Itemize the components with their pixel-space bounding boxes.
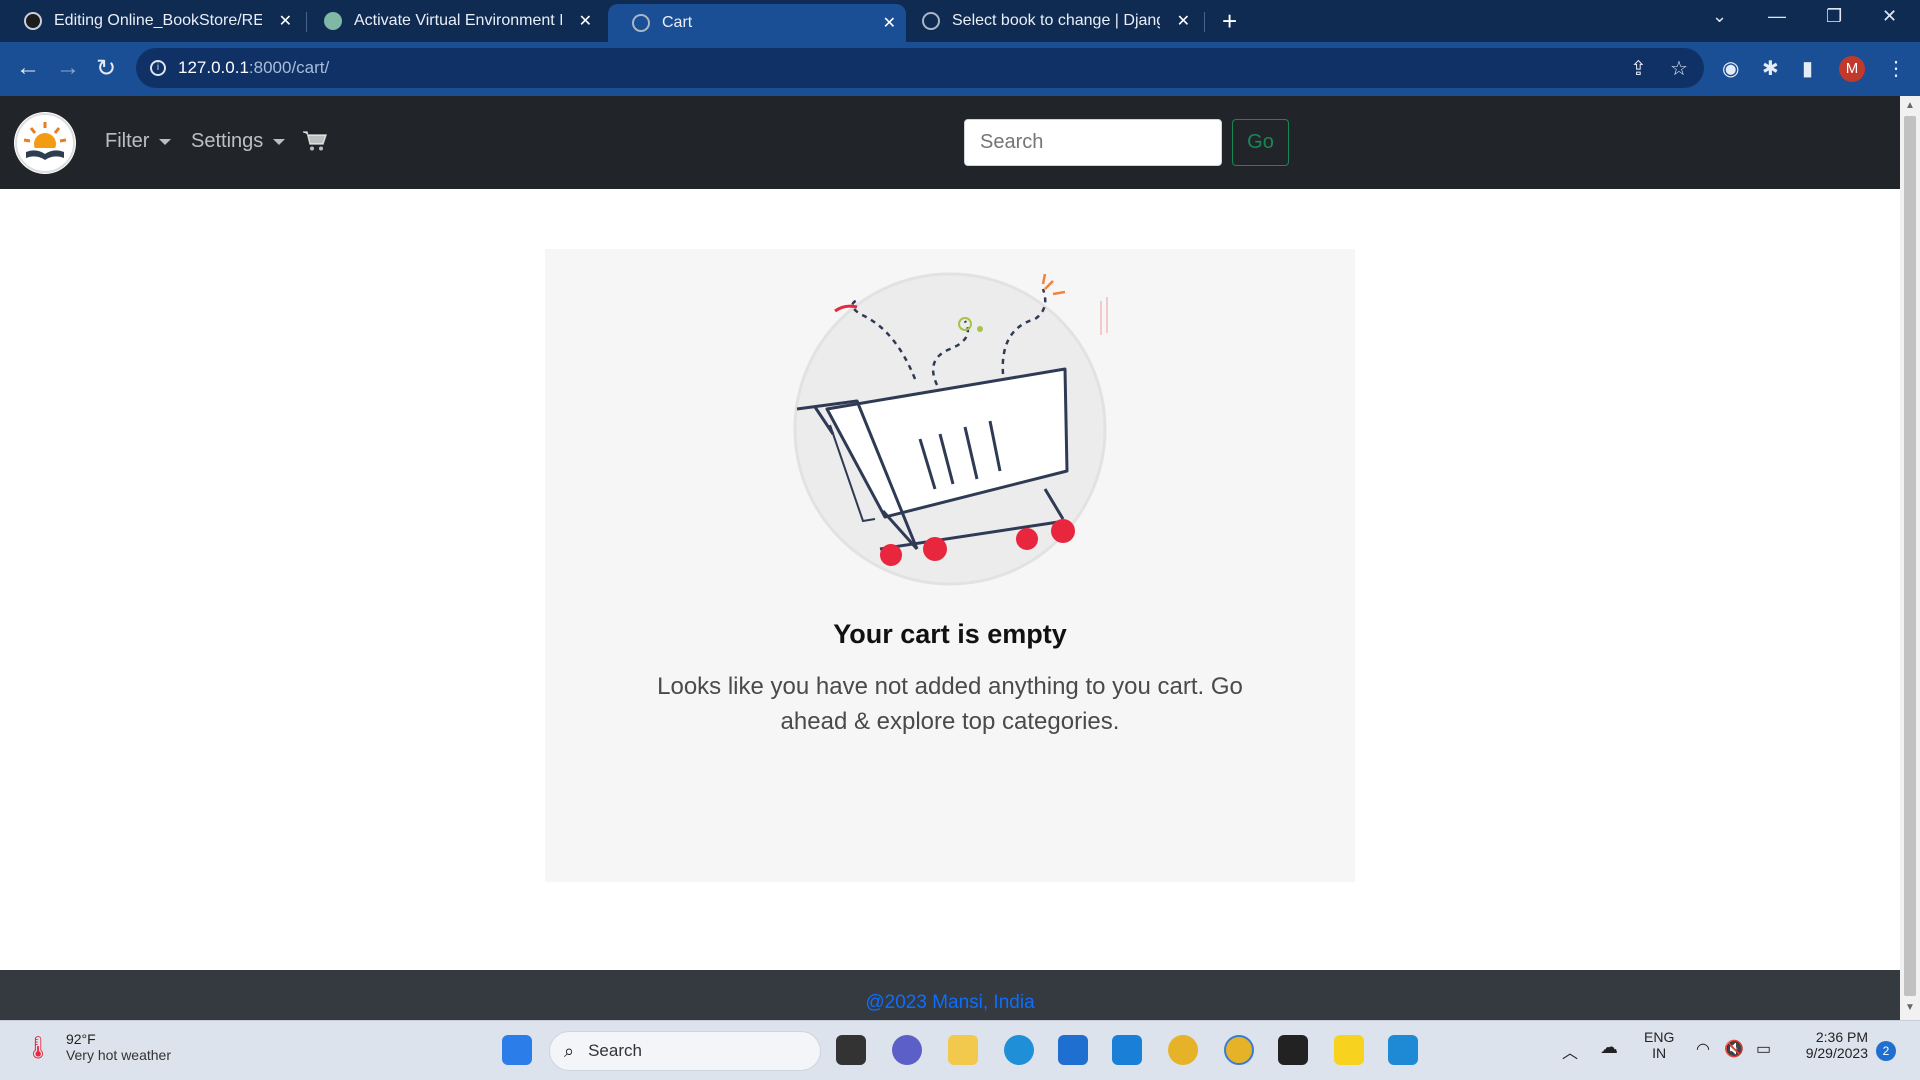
reload-icon[interactable]: ↻ [96,54,116,83]
teams-chat-icon[interactable] [892,1035,922,1065]
file-explorer-icon[interactable] [948,1035,978,1065]
notification-badge[interactable]: 2 [1876,1041,1896,1061]
search-icon: ⌕ [564,1040,575,1061]
tab-search-chevron-icon[interactable]: ⌄ [1712,6,1727,27]
caret-down-icon [159,138,172,145]
weather-description: Very hot weather [65,1047,171,1063]
clock-date: 9/29/2023 [1805,1045,1868,1061]
tab-django-admin[interactable]: Select book to change | Django ✕ [898,0,1200,42]
extensions-puzzle-icon[interactable]: ✱ [1762,56,1779,81]
globe-icon [922,12,940,30]
empty-cart-illustration [793,272,1108,586]
filter-dropdown[interactable]: Filter [105,130,172,153]
volume-muted-icon[interactable]: 🔇 [1724,1039,1744,1059]
window-close-button[interactable]: ✕ [1882,6,1897,27]
side-panel-icon[interactable]: ▮ [1802,56,1813,81]
caret-down-icon [273,138,286,145]
tab-title: Editing Online_BookStore/README [54,12,262,29]
language-indicator[interactable]: ENG IN [1644,1029,1674,1061]
l-app-icon[interactable] [1112,1035,1142,1065]
site-logo[interactable] [14,112,76,174]
profile-avatar[interactable]: M [1839,56,1865,82]
globe-icon [632,14,650,32]
sun-book-logo-icon [15,113,75,173]
tab-activate-venv[interactable]: Activate Virtual Environment Inst ✕ [300,0,602,42]
empty-cart-message: Looks like you have not added anything t… [657,673,1243,735]
kebab-menu-icon[interactable]: ⋮ [1886,56,1906,81]
settings-label: Settings [191,130,264,152]
edge-browser-icon[interactable] [1004,1035,1034,1065]
tab-title: Select book to change | Django [952,12,1160,29]
windows-start-icon[interactable] [502,1035,532,1065]
page-content: Filter Settings Go [0,96,1900,1020]
search-input[interactable] [964,119,1222,166]
terminal-icon[interactable] [1278,1035,1308,1065]
footer-copyright: @2023 Mansi, India [865,992,1035,1013]
chrome-active-icon[interactable] [1224,1035,1254,1065]
scroll-down-arrow-icon[interactable]: ▼ [1905,1002,1915,1013]
microsoft-store-icon[interactable] [1058,1035,1088,1065]
empty-cart-title: Your cart is empty [833,619,1067,649]
taskbar-search[interactable]: ⌕ Search [549,1031,821,1071]
tab-separator [1204,12,1205,32]
scrollbar-thumb[interactable] [1904,116,1916,996]
tab-title: Cart [662,14,693,31]
share-icon[interactable]: ⇪ [1630,56,1647,81]
taskbar-search-label: Search [588,1041,642,1060]
url-text[interactable]: 127.0.0.1:8000/cart/ [178,58,329,78]
site-footer: @2023 Mansi, India [0,970,1900,1020]
tab-cart[interactable]: Cart ✕ [608,4,906,42]
page-scrollbar[interactable]: ▲ ▼ [1900,96,1920,1020]
restore-button[interactable]: ❐ [1826,6,1842,27]
shopping-cart-icon [303,131,328,151]
cart-link[interactable] [303,130,328,157]
chatgpt-icon [324,12,342,30]
chrome-profile-icon[interactable] [1168,1035,1198,1065]
vscode-icon[interactable] [1388,1035,1418,1065]
tray-chevron-up-icon[interactable]: ︿ [1562,1039,1578,1063]
filter-label: Filter [105,130,150,152]
thermometer-icon: 🌡 [24,1035,52,1060]
battery-icon[interactable]: ▭ [1756,1039,1771,1059]
minimize-button[interactable]: — [1768,6,1786,27]
new-tab-button[interactable]: + [1222,6,1237,37]
settings-dropdown[interactable]: Settings [191,130,286,153]
tab-title: Activate Virtual Environment Inst [354,12,562,29]
clock-time: 2:36 PM [1815,1029,1868,1045]
url-path: :8000/cart/ [248,58,330,77]
weather-widget[interactable]: 🌡 92°F Very hot weather [24,1031,171,1063]
grammarly-icon[interactable]: ◉ [1722,56,1739,81]
browser-tab-strip: Editing Online_BookStore/README ✕ Activa… [0,0,1920,42]
scroll-up-arrow-icon[interactable]: ▲ [1905,100,1915,111]
site-navbar: Filter Settings Go [0,96,1900,189]
language-code: ENG [1644,1029,1675,1045]
close-icon[interactable]: ✕ [579,11,592,31]
onedrive-cloud-icon[interactable]: ☁ [1600,1037,1618,1058]
sticky-notes-icon[interactable] [1334,1035,1364,1065]
github-icon [24,12,42,30]
close-icon[interactable]: ✕ [279,11,292,31]
task-view-icon[interactable] [836,1035,866,1065]
go-button[interactable]: Go [1232,119,1289,166]
site-info-icon[interactable]: i [150,60,166,76]
windows-taskbar: 🌡 92°F Very hot weather ⌕ Search ︿ ☁ ENG… [0,1020,1920,1080]
clock[interactable]: 2:36 PM 9/29/2023 [1792,1029,1868,1061]
tab-github-readme[interactable]: Editing Online_BookStore/README ✕ [0,0,302,42]
browser-toolbar: ← → ↻ i 127.0.0.1:8000/cart/ ⇪ ☆ ◉ ✱ ▮ M… [0,42,1920,96]
bookmark-star-icon[interactable]: ☆ [1670,56,1688,81]
url-host: 127.0.0.1 [178,58,249,77]
region-code: IN [1652,1045,1667,1061]
weather-temperature: 92°F [65,1031,96,1047]
back-arrow-icon[interactable]: ← [16,54,40,82]
address-bar[interactable]: i 127.0.0.1:8000/cart/ ⇪ ☆ [136,48,1704,88]
empty-cart-card: Your cart is empty Looks like you have n… [545,249,1355,882]
close-icon[interactable]: ✕ [883,13,896,33]
wifi-icon[interactable]: ◠ [1696,1039,1710,1059]
forward-arrow-icon[interactable]: → [56,54,80,82]
close-icon[interactable]: ✕ [1177,11,1190,31]
